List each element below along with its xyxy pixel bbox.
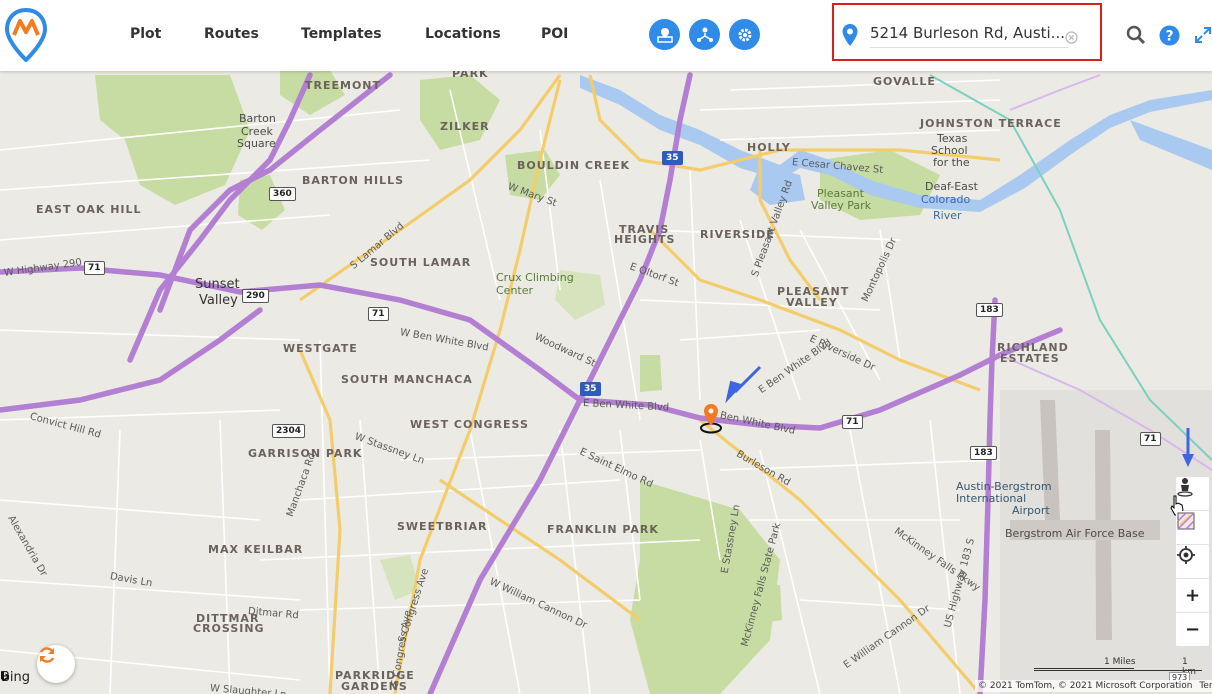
place-label: Center xyxy=(496,284,534,297)
route-shield: 360 xyxy=(269,187,296,201)
attribution-text: © 2021 TomTom, © 2021 Microsoft Corporat… xyxy=(978,681,1193,691)
neighborhood-label: HEIGHTS xyxy=(614,233,676,246)
nav-poi[interactable]: POI xyxy=(541,26,568,42)
bing-logo[interactable]: Bing xyxy=(0,670,30,685)
neighborhood-label: WEST CONGRESS xyxy=(410,418,529,431)
route-shield: 71 xyxy=(1140,432,1161,446)
place-label: Deaf-East xyxy=(925,180,978,193)
route-shield: 71 xyxy=(842,415,863,429)
nav-templates[interactable]: Templates xyxy=(301,26,382,42)
neighborhood-label: HOLLY xyxy=(747,141,791,154)
place-label: Sunset xyxy=(195,277,240,292)
nav-plot[interactable]: Plot xyxy=(130,26,161,42)
layers-button[interactable] xyxy=(1176,511,1209,545)
people-network-button[interactable] xyxy=(689,19,720,50)
search-icon[interactable] xyxy=(1126,25,1146,45)
route-shield: 35 xyxy=(580,382,601,396)
neighborhood-label: TREEMONT xyxy=(305,79,382,92)
nav-locations[interactable]: Locations xyxy=(425,26,501,42)
water-label: River xyxy=(933,209,962,222)
neighborhood-label: MAX KEILBAR xyxy=(208,543,304,556)
help-icon[interactable]: ? xyxy=(1159,25,1180,46)
neighborhood-label: SOUTH LAMAR xyxy=(370,256,472,269)
neighborhood-label: WESTGATE xyxy=(283,342,358,355)
neighborhood-label: SWEETBRIAR xyxy=(397,520,488,533)
top-bar: Plot Routes Templates Locations POI 5214… xyxy=(0,0,1212,71)
location-search-box xyxy=(832,3,1102,61)
expand-icon[interactable] xyxy=(1195,27,1211,43)
route-shield: 35 xyxy=(662,151,683,165)
neighborhood-label: PARK xyxy=(452,71,489,80)
refresh-button[interactable] xyxy=(37,645,75,683)
clear-search-icon[interactable] xyxy=(1065,31,1078,44)
map-canvas[interactable]: TREEMONT ZILKER BOULDIN CREEK BARTON HIL… xyxy=(0,71,1212,694)
place-label: Crux Climbing xyxy=(496,271,574,284)
place-label: Square xyxy=(237,137,276,150)
place-label: Bergstrom Air Force Base xyxy=(1005,527,1145,540)
location-pin-icon xyxy=(842,24,858,46)
neighborhood-label: CROSSING xyxy=(193,622,265,635)
place-label: Valley xyxy=(199,293,238,308)
neighborhood-label: BARTON HILLS xyxy=(302,174,405,187)
neighborhood-label: SOUTH MANCHACA xyxy=(341,373,473,386)
gear-icon xyxy=(738,28,751,41)
bing-icon xyxy=(1,671,9,681)
route-shield: 2304 xyxy=(272,424,306,438)
svg-text:?: ? xyxy=(1165,29,1173,45)
route-shield: 71 xyxy=(84,261,105,275)
water-label: Colorado xyxy=(921,193,971,206)
map-attribution: © 2021 TomTom, © 2021 Microsoft Corporat… xyxy=(975,680,1212,692)
neighborhood-label: EAST OAK HILL xyxy=(36,203,142,216)
neighborhood-label: ZILKER xyxy=(440,120,490,133)
neighborhood-label: JOHNSTON TERRACE xyxy=(920,117,1062,130)
place-label: Barton xyxy=(239,112,276,125)
neighborhood-label: VALLEY xyxy=(786,296,838,309)
app-logo xyxy=(4,8,48,62)
settings-button[interactable] xyxy=(729,19,760,50)
neighborhood-label: BOULDIN CREEK xyxy=(517,159,631,172)
locate-me-button[interactable] xyxy=(1176,545,1209,579)
nav-routes[interactable]: Routes xyxy=(204,26,259,42)
locate-me-icon xyxy=(1177,546,1195,564)
scale-miles-label: 1 Miles xyxy=(1104,657,1136,667)
neighborhood-label: GOVALLE xyxy=(873,75,936,88)
neighborhood-label: ESTATES xyxy=(1000,352,1060,365)
location-marker-icon[interactable] xyxy=(698,402,724,436)
place-label: Airport xyxy=(1012,504,1050,517)
location-search-input[interactable] xyxy=(870,19,1068,48)
refresh-icon xyxy=(39,647,55,663)
place-label: for the xyxy=(933,156,970,169)
people-network-icon xyxy=(696,27,713,42)
route-shield: 290 xyxy=(242,289,269,303)
terms-link[interactable]: Terms xyxy=(1199,681,1212,691)
map-pin-board-icon xyxy=(656,27,673,43)
zoom-in-button[interactable]: + xyxy=(1176,579,1209,613)
map-pin-board-button[interactable] xyxy=(649,19,680,50)
route-shield: 71 xyxy=(368,307,389,321)
map-layers-icon xyxy=(1177,512,1195,530)
route-shield: 183 xyxy=(976,303,1003,317)
route-shield: 183 xyxy=(970,446,997,460)
place-label: Valley Park xyxy=(811,199,872,212)
zoom-out-button[interactable]: − xyxy=(1176,613,1209,646)
neighborhood-label: FRANKLIN PARK xyxy=(547,523,659,536)
